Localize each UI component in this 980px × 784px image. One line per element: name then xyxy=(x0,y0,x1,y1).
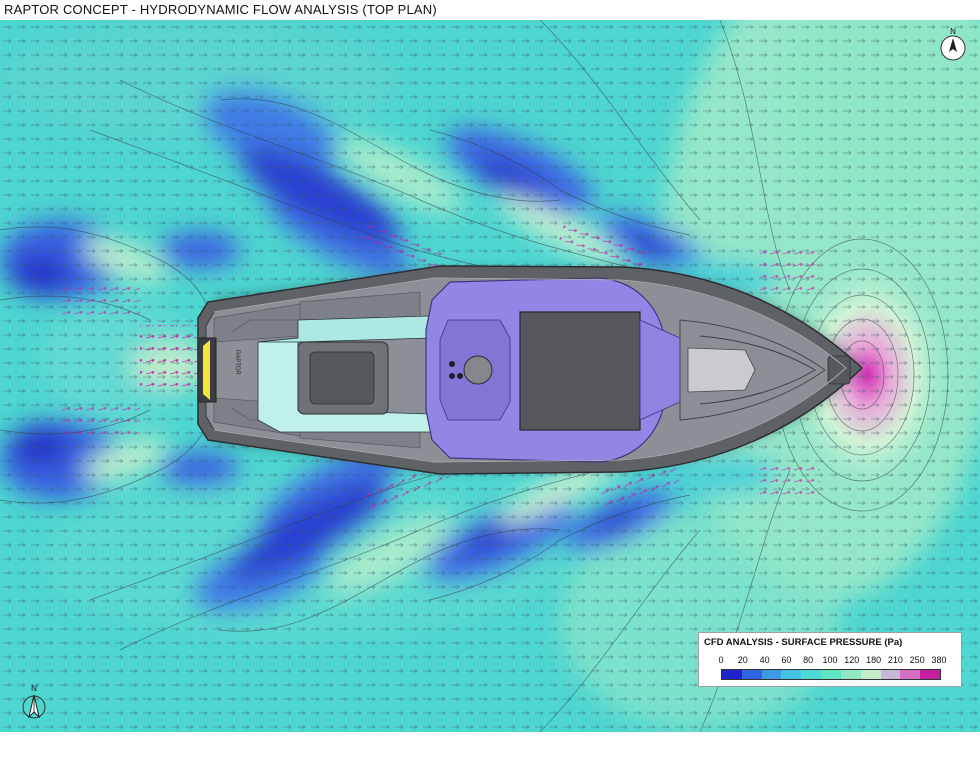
flow-field-plot: RAPTOR xyxy=(0,20,980,732)
compass-bottom-north-label: N xyxy=(31,684,37,693)
legend-ticks: 0 20 40 60 80 100 120 180 210 250 380 xyxy=(718,655,949,667)
legend-swatch xyxy=(821,670,841,679)
legend-tick-label: 380 xyxy=(931,655,947,665)
legend-swatch xyxy=(722,670,742,679)
bow-seat xyxy=(687,347,756,393)
stern-accent xyxy=(203,340,210,400)
legend-swatch xyxy=(840,670,861,679)
legend-tick-label: 120 xyxy=(844,655,860,665)
deck-hatch xyxy=(519,311,641,431)
legend-tick-label: 0 xyxy=(718,655,724,665)
legend-tick-label: 180 xyxy=(866,655,882,665)
legend-title: CFD ANALYSIS - SURFACE PRESSURE (Pa) xyxy=(704,637,903,648)
compass-top: N xyxy=(938,26,968,71)
legend-tick-label: 250 xyxy=(909,655,925,665)
legend-tick-label: 80 xyxy=(803,655,814,665)
legend-tick-label: 60 xyxy=(781,655,792,665)
legend-tick-label: 210 xyxy=(887,655,903,665)
legend-tick-label: 100 xyxy=(822,655,838,665)
compass-bottom: N xyxy=(18,683,50,728)
legend-tick-label: 20 xyxy=(737,655,748,665)
legend-swatch xyxy=(860,670,881,679)
legend-swatch xyxy=(761,670,782,679)
legend-swatch xyxy=(801,670,822,679)
legend-tick-label: 40 xyxy=(759,655,770,665)
legend-swatch xyxy=(920,670,940,679)
legend-swatch xyxy=(880,670,901,679)
legend-colorbar xyxy=(721,669,941,680)
legend-swatch xyxy=(741,670,762,679)
compass-north-label: N xyxy=(950,27,956,36)
legend-swatch xyxy=(900,670,921,679)
brand-decal: RAPTOR xyxy=(234,350,240,376)
page-title: RAPTOR CONCEPT - HYDRODYNAMIC FLOW ANALY… xyxy=(4,2,437,17)
pressure-legend: CFD ANALYSIS - SURFACE PRESSURE (Pa) 0 20… xyxy=(698,632,962,687)
legend-swatch xyxy=(781,670,802,679)
steering-pod xyxy=(463,355,493,385)
